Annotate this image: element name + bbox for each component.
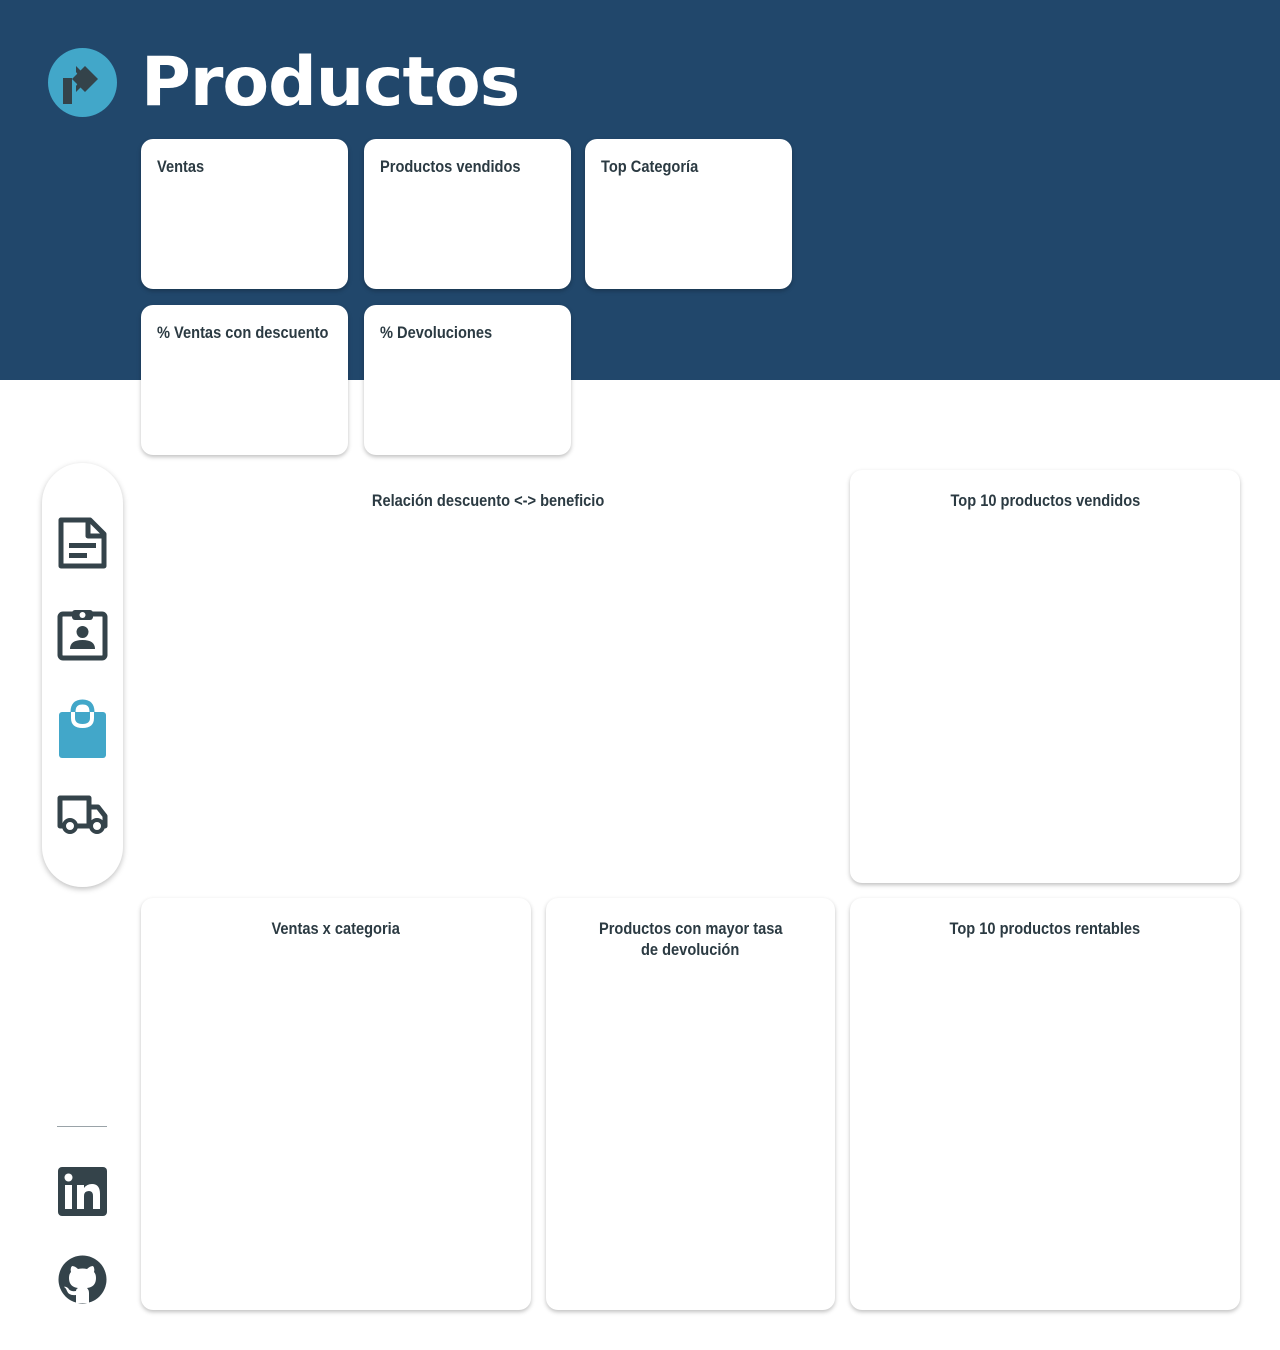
page-title: Productos: [141, 43, 520, 122]
truck-icon: [57, 795, 108, 834]
panel-sales-by-category: Ventas x categoria: [141, 898, 531, 1310]
panel-return-rate: Productos con mayor tasa de devolución: [546, 898, 835, 1310]
panel-title: Top 10 productos vendidos: [950, 491, 1140, 510]
logo: [48, 48, 117, 117]
sidebar-item-document[interactable]: [57, 512, 108, 572]
github-icon: [58, 1255, 107, 1304]
linkedin-icon: [58, 1167, 107, 1216]
kpi-card-productos-vendidos: Productos vendidos: [364, 139, 571, 289]
shopping-bag-icon: [59, 699, 106, 758]
kpi-label: Productos vendidos: [380, 157, 521, 176]
panel-title: Ventas x categoria: [271, 919, 401, 938]
panel-top10-profitable: Top 10 productos rentables: [850, 898, 1240, 1310]
github-link[interactable]: [57, 1254, 108, 1305]
kpi-label: Top Categoría: [601, 157, 699, 176]
kpi-label: Ventas: [157, 157, 205, 176]
panel-title-discount-profit: Relación descuento <-> beneficio: [371, 491, 605, 510]
panel-title: Top 10 productos rentables: [949, 919, 1141, 938]
kpi-card-devoluciones: % Devoluciones: [364, 305, 571, 455]
panel-top10-sold: Top 10 productos vendidos: [850, 470, 1240, 883]
kpi-card-ventas-descuento: % Ventas con descuento: [141, 305, 348, 455]
linkedin-link[interactable]: [57, 1166, 108, 1217]
kpi-card-ventas: Ventas: [141, 139, 348, 289]
document-icon: [58, 517, 107, 569]
kpi-label: % Ventas con descuento: [157, 323, 329, 342]
kpi-card-top-categoria: Top Categoría: [585, 139, 792, 289]
logo-mark-icon: [63, 66, 98, 104]
clipboard-user-icon: [57, 610, 108, 661]
panel-title: Productos con mayor tasa de devolución: [598, 919, 783, 959]
sidebar-item-shipping[interactable]: [57, 788, 108, 848]
sidebar-item-clipboard-user[interactable]: [57, 604, 108, 664]
kpi-label: % Devoluciones: [380, 323, 493, 342]
sidebar-divider: [57, 1126, 107, 1127]
sidebar-item-products[interactable]: [57, 698, 108, 758]
